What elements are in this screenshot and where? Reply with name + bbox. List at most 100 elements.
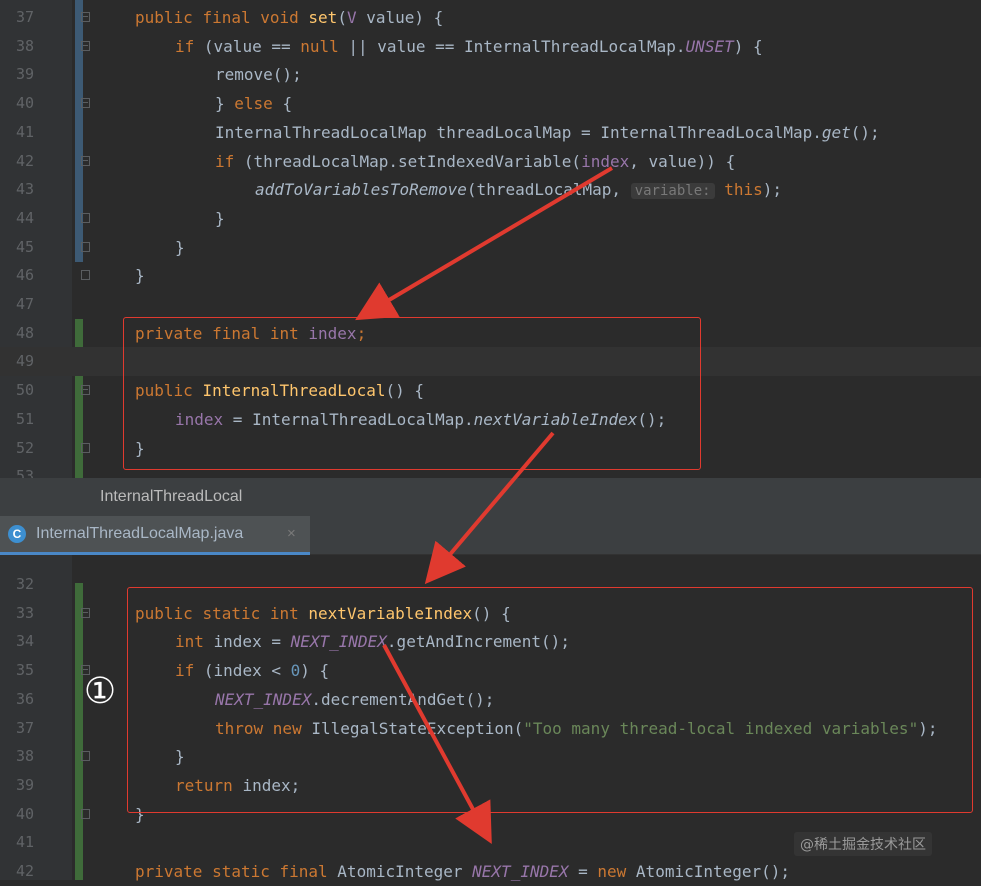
fold-marker-icon[interactable] xyxy=(81,270,90,281)
line-number: 41 xyxy=(15,122,34,141)
code-token: (threadLocalMap, xyxy=(466,180,631,200)
code-text: } xyxy=(215,204,225,233)
code-text: addToVariablesToRemove(threadLocalMap, v… xyxy=(255,175,782,206)
line-number: 37 xyxy=(15,718,34,737)
code-line[interactable]: 39 remove(); xyxy=(0,60,981,89)
line-number: 50 xyxy=(15,381,34,400)
code-line[interactable]: 41 InternalThreadLocalMap threadLocalMap … xyxy=(0,118,981,147)
fold-marker-icon[interactable] xyxy=(81,212,90,223)
code-token: null xyxy=(300,36,339,56)
line-number: 37 xyxy=(15,8,34,26)
code-token: } xyxy=(175,237,185,257)
code-token: addToVariablesToRemove xyxy=(255,180,467,200)
code-token: remove(); xyxy=(215,65,302,85)
code-token: NEXT_INDEX xyxy=(472,862,569,881)
line-number: 39 xyxy=(15,775,34,794)
breadcrumb-class-name[interactable]: InternalThreadLocal xyxy=(100,478,242,516)
fold-marker-icon[interactable] xyxy=(81,98,90,109)
line-number: 34 xyxy=(15,632,34,651)
fold-marker-icon[interactable] xyxy=(81,385,90,396)
code-token: (value == xyxy=(203,36,301,56)
annotation-marker-one: ① xyxy=(83,671,117,712)
code-token: , value)) { xyxy=(629,151,736,171)
code-text: InternalThreadLocalMap threadLocalMap = … xyxy=(215,118,880,147)
code-token: get xyxy=(821,122,851,142)
line-number: 40 xyxy=(15,804,34,823)
parameter-hint: variable: xyxy=(630,183,715,200)
code-line[interactable]: 43 addToVariablesToRemove(threadLocalMap,… xyxy=(0,175,981,204)
line-number: 49 xyxy=(15,352,34,371)
line-number: 38 xyxy=(15,747,34,766)
fold-marker-icon[interactable] xyxy=(81,751,90,762)
code-token: InternalThreadLocalMap threadLocalMap = … xyxy=(215,122,822,142)
fold-marker-icon[interactable] xyxy=(81,607,90,618)
line-number: 36 xyxy=(15,689,34,708)
code-token: if xyxy=(175,36,204,56)
code-token: this xyxy=(724,180,763,200)
code-line[interactable]: 42 if (threadLocalMap.setIndexedVariable(… xyxy=(0,147,981,176)
code-text: public final void set(V value) { xyxy=(135,3,443,32)
code-text: if (value == null || value == InternalTh… xyxy=(175,32,763,61)
code-token: ( xyxy=(337,8,347,27)
fold-marker-icon[interactable] xyxy=(81,442,90,453)
code-token: } xyxy=(215,208,225,228)
code-token: private xyxy=(135,862,213,881)
line-number: 48 xyxy=(15,323,34,342)
code-token: new xyxy=(597,862,636,881)
line-number: 35 xyxy=(15,661,34,680)
tab-internal-thread-local-map[interactable]: C InternalThreadLocalMap.java × xyxy=(0,516,310,555)
next-variable-index-highlight-box xyxy=(127,587,973,813)
fold-marker-icon[interactable] xyxy=(81,40,90,51)
line-number: 51 xyxy=(15,409,34,428)
line-number: 40 xyxy=(15,94,34,113)
line-number: 46 xyxy=(15,266,34,285)
line-number: 42 xyxy=(15,862,34,880)
code-token: void xyxy=(260,8,309,27)
code-token: V xyxy=(346,8,357,27)
code-token: } xyxy=(135,266,145,286)
c-class-icon: C xyxy=(8,525,26,543)
code-line[interactable]: 42 private static final AtomicInteger NEX… xyxy=(0,857,981,886)
code-line[interactable]: 38 if (value == null || value == Internal… xyxy=(0,32,981,61)
code-token: else xyxy=(234,94,283,114)
watermark: @稀土掘金技术社区 xyxy=(794,832,932,856)
code-token: ) { xyxy=(733,36,763,56)
code-text: } xyxy=(175,233,185,262)
code-text: } xyxy=(135,261,145,290)
code-token: = xyxy=(568,862,598,881)
code-token: static xyxy=(212,862,280,881)
fold-marker-icon[interactable] xyxy=(81,12,90,22)
code-token: } xyxy=(215,94,235,114)
fold-marker-icon[interactable] xyxy=(81,808,90,819)
code-line[interactable]: 37 public final void set(V value) { xyxy=(0,3,981,32)
code-token: UNSET xyxy=(685,36,734,56)
code-token: value) { xyxy=(356,8,444,27)
code-line[interactable]: 47 xyxy=(0,290,981,319)
line-number: 41 xyxy=(15,833,34,852)
code-token: if xyxy=(215,151,244,171)
code-line[interactable]: 45} xyxy=(0,233,981,262)
code-line[interactable]: 40} else { xyxy=(0,89,981,118)
close-icon[interactable]: × xyxy=(287,516,296,552)
code-text: remove(); xyxy=(215,60,302,89)
code-token: final xyxy=(279,862,338,881)
editor-tab-bar: C InternalThreadLocalMap.java × xyxy=(0,516,981,555)
code-token: AtomicInteger xyxy=(337,862,473,881)
breadcrumb[interactable]: InternalThreadLocal xyxy=(0,478,981,516)
code-token: { xyxy=(282,94,293,114)
code-token: AtomicInteger(); xyxy=(635,862,791,881)
code-token: (threadLocalMap.setIndexedVariable( xyxy=(243,151,582,171)
code-line[interactable]: 46} xyxy=(0,261,981,290)
code-token: ); xyxy=(762,180,782,200)
code-token: set xyxy=(308,8,338,27)
fold-marker-icon[interactable] xyxy=(81,241,90,252)
code-line[interactable]: 44} xyxy=(0,204,981,233)
code-text: } else { xyxy=(215,89,292,118)
line-number: 47 xyxy=(15,295,34,313)
fold-marker-icon[interactable] xyxy=(81,155,90,166)
line-number: 38 xyxy=(15,36,34,55)
tab-label: InternalThreadLocalMap.java xyxy=(36,525,244,542)
line-number: 33 xyxy=(15,603,34,622)
line-number: 39 xyxy=(15,65,34,84)
